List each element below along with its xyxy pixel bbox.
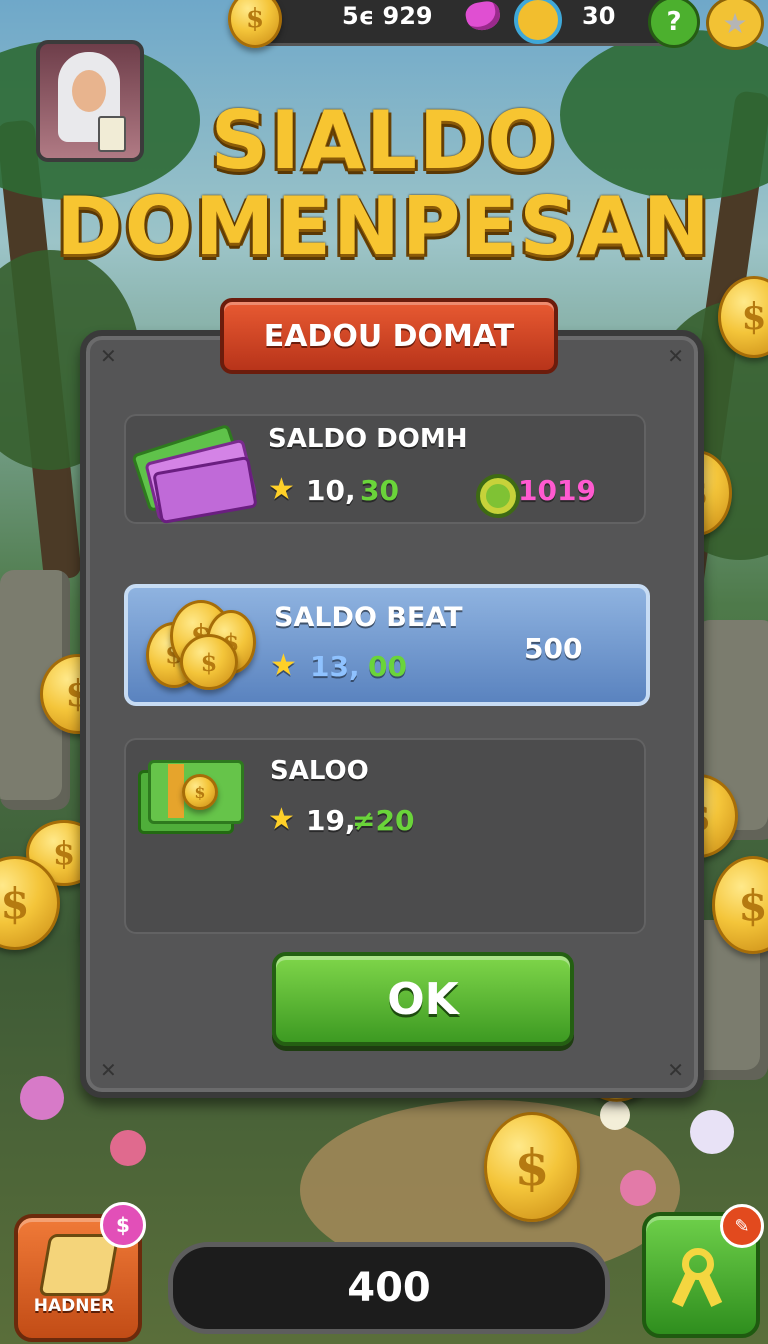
row-extra-value: 1019 [518, 474, 596, 507]
screw-icon: ✕ [667, 1058, 684, 1082]
bottom-balance-bar: 400 [168, 1242, 610, 1334]
bottom-balance-value: 400 [347, 1265, 431, 1311]
star-icon: ★ [722, 6, 748, 40]
box-icon [38, 1234, 120, 1296]
banknote-icon: $ [138, 752, 244, 836]
coin-pile-icon: $ $ $ $ [146, 600, 256, 690]
row-extra-value: 500 [524, 632, 583, 665]
gear-coin-icon [476, 474, 520, 518]
row-stat-a: 19, [306, 804, 356, 837]
screw-icon: ✕ [667, 344, 684, 368]
coin-icon: $ [484, 1112, 580, 1222]
shop-button-label: HADNER [33, 1296, 115, 1316]
currency-bar [248, 0, 684, 46]
cash-stack-icon [130, 420, 258, 525]
screw-icon: ✕ [100, 344, 117, 368]
title-line-1: SIALDO [210, 94, 558, 187]
gems-value: 30 [582, 2, 616, 30]
bell-icon: ✎ [720, 1204, 764, 1248]
row-stat-b: ≠20 [352, 804, 415, 837]
ribbon-icon [671, 1248, 723, 1308]
shop-button[interactable]: HADNER $ [14, 1202, 146, 1342]
row-title: SALDO DOMH [268, 424, 468, 454]
row-stat-a: 13, [310, 650, 360, 683]
coins-value: 5ϵ 929 [342, 2, 433, 30]
panel-ribbon-title: EADOU DOMAT [220, 298, 558, 374]
star-icon: ★ [268, 802, 295, 837]
ok-button[interactable]: OK [272, 952, 574, 1046]
row-stat-b: 00 [368, 650, 407, 683]
row-title: SALDO BEAT [274, 602, 463, 633]
screw-icon: ✕ [100, 1058, 117, 1082]
star-icon: ★ [268, 472, 295, 507]
row-stat-b: 30 [360, 474, 399, 507]
rewards-button[interactable]: ✎ [642, 1204, 764, 1338]
row-title: SALOO [270, 756, 369, 786]
star-icon: ★ [270, 648, 297, 683]
row-stat-a: 10, [306, 474, 356, 507]
title-line-2: DOMENPESAN [56, 180, 712, 273]
coin-badge: $ [100, 1202, 146, 1248]
